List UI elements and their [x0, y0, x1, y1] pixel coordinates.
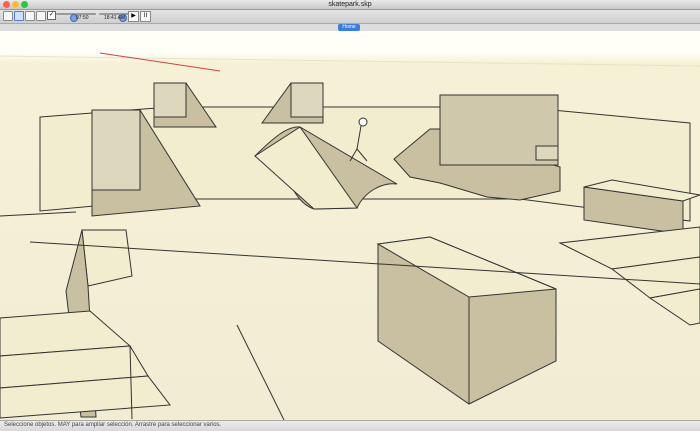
shadows-checkbox[interactable]: ✓ — [47, 11, 56, 20]
pause-button[interactable]: II — [140, 11, 151, 22]
window-title: skatepark.skp — [328, 1, 372, 8]
status-message: Seleccione objetos. MAY para ampliar sel… — [4, 422, 222, 428]
toolbar: ✓ 07:50 18:41 AM ▶ II — [0, 10, 700, 24]
component-tool-icon[interactable] — [36, 11, 46, 21]
time-left-label: 07:50 — [76, 15, 89, 21]
play-button[interactable]: ▶ — [128, 11, 139, 22]
model-viewport[interactable] — [0, 31, 700, 421]
time-right-label: 18:41 AM — [104, 15, 126, 21]
paint-tool-icon[interactable] — [25, 11, 35, 21]
status-bar: Seleccione objetos. MAY para ampliar sel… — [0, 420, 700, 431]
scene-tab-home[interactable]: Home — [338, 24, 360, 31]
select-tool-icon[interactable] — [3, 11, 13, 21]
skatepark-model-drawing — [0, 52, 700, 421]
title-bar: skatepark.skp — [0, 0, 700, 10]
orbit-tool-icon[interactable] — [14, 11, 24, 21]
